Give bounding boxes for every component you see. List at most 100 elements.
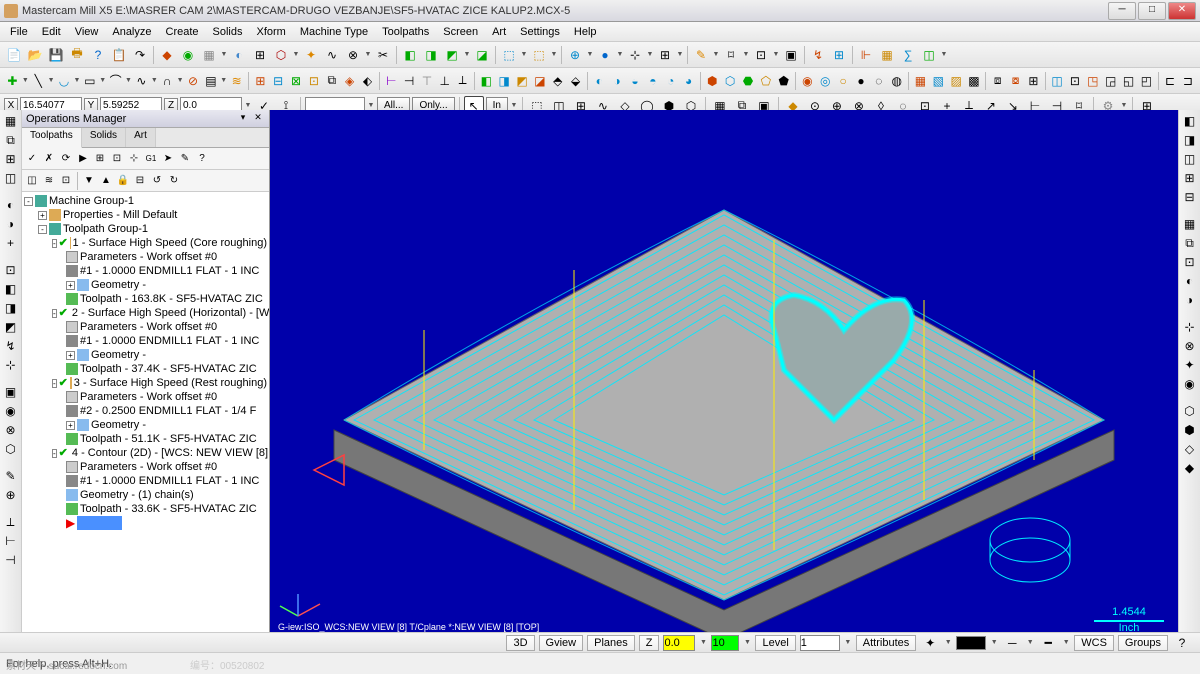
tool-icon[interactable]: ⧇: [1007, 71, 1024, 91]
tp-icon[interactable]: ⬡: [722, 71, 739, 91]
paint-icon[interactable]: ≋: [228, 71, 245, 91]
tool-icon[interactable]: ◳: [1084, 71, 1101, 91]
tool-icon[interactable]: ◆: [1181, 459, 1199, 477]
tool-icon[interactable]: ◨: [1181, 131, 1199, 149]
tool-icon[interactable]: ⊡: [2, 261, 20, 279]
status-groups[interactable]: Groups: [1118, 635, 1168, 651]
tp-icon[interactable]: ⬢: [704, 71, 721, 91]
dim-icon[interactable]: ⊣: [401, 71, 418, 91]
op-title[interactable]: 3 - Surface High Speed (Rest roughing): [74, 376, 267, 390]
solid-icon[interactable]: ◩: [514, 71, 531, 91]
op-title[interactable]: 2 - Surface High Speed (Horizontal) - [W: [72, 306, 269, 320]
op-tool[interactable]: #1 - 1.0000 ENDMILL1 FLAT - 1 INC: [80, 474, 259, 488]
axis-icon[interactable]: ⊹: [625, 45, 645, 65]
tool-icon[interactable]: ◧: [2, 280, 20, 298]
tool-icon[interactable]: ⊹: [1181, 318, 1199, 336]
tree-tpgroup[interactable]: Toolpath Group-1: [63, 222, 148, 236]
op-geom[interactable]: Geometry -: [91, 348, 146, 362]
xform-icon[interactable]: ⧉: [323, 71, 340, 91]
tool-icon[interactable]: ⧉: [1181, 234, 1199, 252]
op-param[interactable]: Parameters - Work offset #0: [80, 250, 217, 264]
xform-icon[interactable]: ⊟: [270, 71, 287, 91]
tool-icon[interactable]: ◫: [24, 173, 40, 189]
tool-icon[interactable]: ◫: [1049, 71, 1066, 91]
tool-icon[interactable]: ▣: [2, 383, 20, 401]
status-planes[interactable]: Planes: [587, 635, 635, 651]
sphere-icon[interactable]: ●: [595, 45, 615, 65]
solid-icon[interactable]: ⬘: [549, 71, 566, 91]
status-level-label[interactable]: Level: [755, 635, 795, 651]
tool-icon[interactable]: ⊞: [2, 150, 20, 168]
tool-icon[interactable]: ◧: [1181, 112, 1199, 130]
plus-icon[interactable]: ✚: [4, 71, 21, 91]
tp-icon[interactable]: ◒: [627, 71, 644, 91]
tool-icon[interactable]: ⬡: [271, 45, 291, 65]
status-3d[interactable]: 3D: [506, 635, 534, 651]
op-tool[interactable]: #1 - 1.0000 ENDMILL1 FLAT - 1 INC: [80, 334, 259, 348]
arc-icon[interactable]: ◡: [56, 71, 73, 91]
tool-icon[interactable]: ⊗: [2, 421, 20, 439]
tool-icon[interactable]: ⊞: [92, 151, 108, 167]
tool-icon[interactable]: ↯: [808, 45, 828, 65]
tool-icon[interactable]: ◐: [229, 45, 249, 65]
op-param[interactable]: Parameters - Work offset #0: [80, 390, 217, 404]
menu-analyze[interactable]: Analyze: [106, 24, 157, 40]
cube-icon[interactable]: ◨: [421, 45, 441, 65]
tool-icon[interactable]: ∩: [159, 71, 176, 91]
tool-icon[interactable]: ⌑: [721, 45, 741, 65]
insert-arrow-icon[interactable]: ▶: [66, 516, 75, 530]
menu-solids[interactable]: Solids: [207, 24, 249, 40]
tp-icon[interactable]: ○: [835, 71, 852, 91]
dim-icon[interactable]: ⊤: [418, 71, 435, 91]
menu-art[interactable]: Art: [486, 24, 512, 40]
tool-icon[interactable]: ◇: [1181, 440, 1199, 458]
tool-icon[interactable]: +: [2, 234, 20, 252]
tool-icon[interactable]: ⊣: [2, 551, 20, 569]
grid-icon[interactable]: ▨: [948, 71, 965, 91]
tool-icon[interactable]: ✦: [1181, 356, 1199, 374]
tool-icon[interactable]: ◉: [2, 402, 20, 420]
redo-icon[interactable]: ↷: [130, 45, 150, 65]
xform-icon[interactable]: ◈: [341, 71, 358, 91]
tool-icon[interactable]: ⧉: [2, 131, 20, 149]
tool-icon[interactable]: ≋: [41, 173, 57, 189]
tool-icon[interactable]: ⊞: [1025, 71, 1042, 91]
solid-icon[interactable]: ◧: [478, 71, 495, 91]
dim-icon[interactable]: ⊥: [436, 71, 453, 91]
tool-icon[interactable]: ⊟: [1181, 188, 1199, 206]
tp-icon[interactable]: ◐: [591, 71, 608, 91]
tool-icon[interactable]: ∿: [133, 71, 150, 91]
rect-icon[interactable]: ▭: [81, 71, 98, 91]
minimize-button[interactable]: ─: [1108, 2, 1136, 20]
dim-icon[interactable]: ⟂: [454, 71, 471, 91]
menu-xform[interactable]: Xform: [251, 24, 292, 40]
status-z-input[interactable]: [663, 635, 695, 651]
status-attributes[interactable]: Attributes: [856, 635, 916, 651]
tool-icon[interactable]: ▼: [81, 173, 97, 189]
tp-icon[interactable]: ◕: [680, 71, 697, 91]
pencil-icon[interactable]: ✎: [691, 45, 711, 65]
wire-icon[interactable]: ⬚: [529, 45, 549, 65]
tool-icon[interactable]: ◫: [919, 45, 939, 65]
regen-icon[interactable]: ⟳: [58, 151, 74, 167]
op-geom[interactable]: Geometry -: [91, 418, 146, 432]
op-geom[interactable]: Geometry - (1) chain(s): [80, 488, 194, 502]
attr-icon[interactable]: ✦: [920, 633, 940, 653]
xform-icon[interactable]: ⊠: [288, 71, 305, 91]
dropdown-icon[interactable]: ▾: [236, 112, 250, 126]
op-tool[interactable]: #1 - 1.0000 ENDMILL1 FLAT - 1 INC: [80, 264, 259, 278]
tp-icon[interactable]: ⬠: [757, 71, 774, 91]
close-button[interactable]: ✕: [1168, 2, 1196, 20]
maximize-button[interactable]: □: [1138, 2, 1166, 20]
tool-icon[interactable]: ⊐: [1179, 71, 1196, 91]
menu-machine-type[interactable]: Machine Type: [294, 24, 374, 40]
help-icon[interactable]: ?: [88, 45, 108, 65]
tp-icon[interactable]: ⬣: [740, 71, 757, 91]
tool-icon[interactable]: ◰: [1138, 71, 1155, 91]
arrow-icon[interactable]: ➤: [160, 151, 176, 167]
menu-settings[interactable]: Settings: [514, 24, 566, 40]
tool-icon[interactable]: ◫: [1181, 150, 1199, 168]
wire-icon[interactable]: ⬚: [499, 45, 519, 65]
tool-icon[interactable]: ◑: [2, 215, 20, 233]
menu-toolpaths[interactable]: Toolpaths: [376, 24, 435, 40]
